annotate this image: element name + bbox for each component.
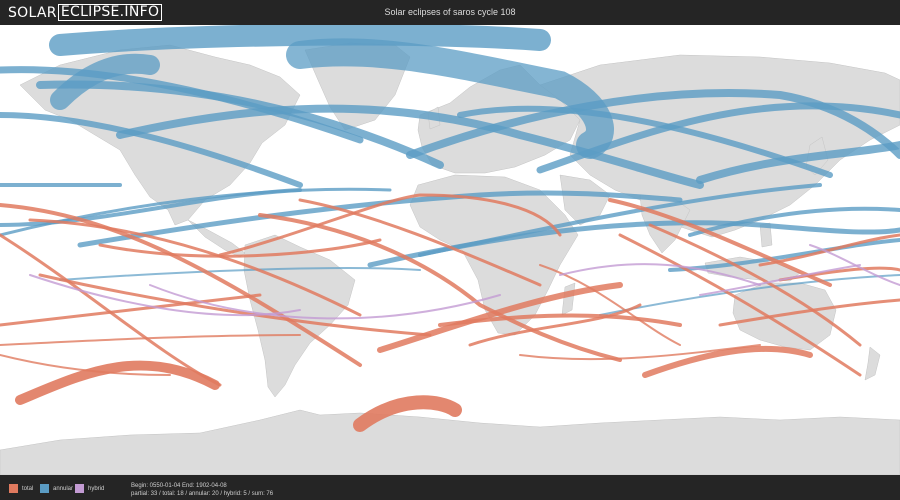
stats-counts: partial: 33 / total: 18 / annular: 20 / … [131,491,274,497]
landmass-antarctica [0,409,900,476]
annular-swatch-icon [40,484,49,493]
header-bar: SOLAR ECLIPSE.INFO Solar eclipses of sar… [0,0,900,25]
hybrid-swatch-icon [75,484,84,493]
footer-bar: total annular hybrid Begin: 0550-01-04 E… [0,475,900,500]
legend-label-annular: annular [53,485,74,492]
world-map[interactable] [0,23,900,476]
eclipse-path-total[interactable] [642,345,813,378]
eclipse-path-hybrid[interactable] [809,244,900,286]
eclipse-path-total[interactable] [758,233,900,267]
legend-item-annular: annular [40,484,73,493]
legend-label-hybrid: hybrid [88,485,105,492]
legend-label-total: total [22,485,34,492]
landmass-madagascar [561,282,576,316]
page-title: Solar eclipses of saros cycle 108 [384,7,516,17]
landmass-new-zealand [864,346,881,381]
legend-item-hybrid: hybrid [75,484,104,493]
eclipse-path-total[interactable] [15,360,220,405]
legend-item-total: total [9,484,33,493]
total-swatch-icon [9,484,18,493]
eclipse-path-total[interactable] [539,264,681,346]
eclipse-path-annular[interactable] [59,267,421,281]
saros-stats: Begin: 0550-01-04 End: 1902-04-08 partia… [131,482,273,498]
map-svg [0,23,900,476]
stats-range: Begin: 0550-01-04 End: 1902-04-08 [131,483,227,489]
